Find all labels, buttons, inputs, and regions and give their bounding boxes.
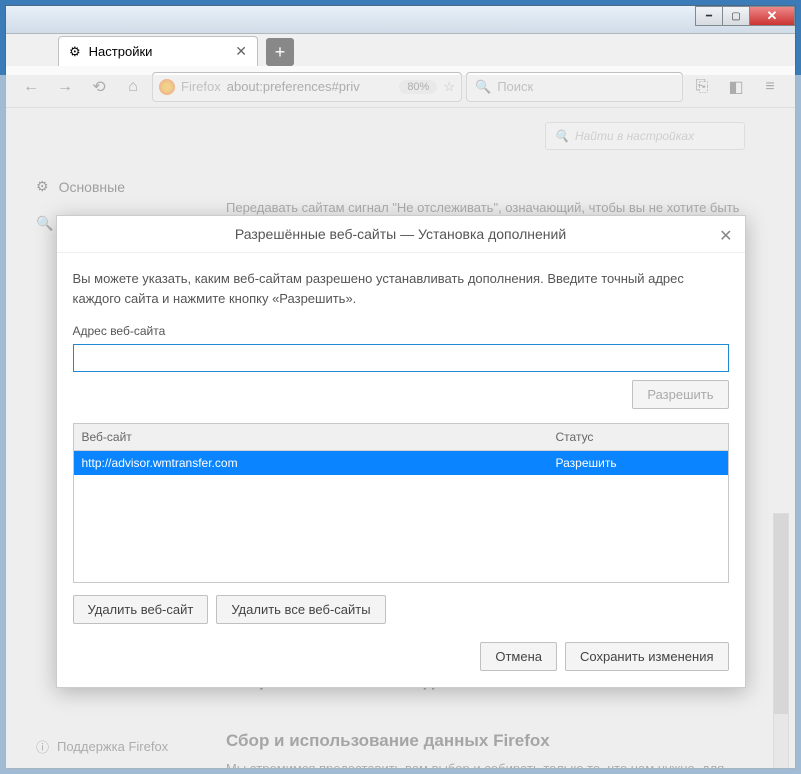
remove-all-sites-button[interactable]: Удалить все веб-сайты	[216, 595, 385, 624]
gear-icon: ⚙	[69, 44, 81, 60]
column-status[interactable]: Статус	[548, 424, 728, 450]
tab-title: Настройки	[89, 44, 153, 59]
cell-status: Разрешить	[548, 451, 728, 475]
sites-table: Веб-сайт Статус http://advisor.wmtransfe…	[73, 423, 729, 583]
table-row[interactable]: http://advisor.wmtransfer.com Разрешить	[74, 451, 728, 475]
tab-strip: ⚙ Настройки ✕ +	[6, 34, 795, 66]
address-label: Адрес веб-сайта	[73, 324, 166, 338]
allow-button[interactable]: Разрешить	[632, 380, 728, 409]
remove-site-button[interactable]: Удалить веб-сайт	[73, 595, 209, 624]
tab-settings[interactable]: ⚙ Настройки ✕	[58, 36, 258, 66]
modal-overlay: Разрешённые веб-сайты — Установка дополн…	[0, 75, 801, 774]
column-site[interactable]: Веб-сайт	[74, 424, 548, 450]
address-input[interactable]	[73, 344, 729, 372]
tab-close-icon[interactable]: ✕	[235, 43, 247, 60]
titlebar: ━ ▢ ✕	[6, 6, 795, 34]
cancel-button[interactable]: Отмена	[480, 642, 557, 671]
save-button[interactable]: Сохранить изменения	[565, 642, 729, 671]
new-tab-button[interactable]: +	[266, 38, 294, 66]
minimize-button[interactable]: ━	[695, 6, 723, 26]
cell-site: http://advisor.wmtransfer.com	[74, 451, 548, 475]
dialog-title-text: Разрешённые веб-сайты — Установка дополн…	[235, 226, 566, 242]
allowed-sites-dialog: Разрешённые веб-сайты — Установка дополн…	[56, 215, 746, 688]
dialog-close-button[interactable]: ✕	[719, 226, 732, 246]
window-close-button[interactable]: ✕	[749, 6, 795, 26]
maximize-button[interactable]: ▢	[722, 6, 750, 26]
dialog-title: Разрешённые веб-сайты — Установка дополн…	[57, 216, 745, 253]
dialog-description: Вы можете указать, каким веб-сайтам разр…	[73, 269, 729, 308]
